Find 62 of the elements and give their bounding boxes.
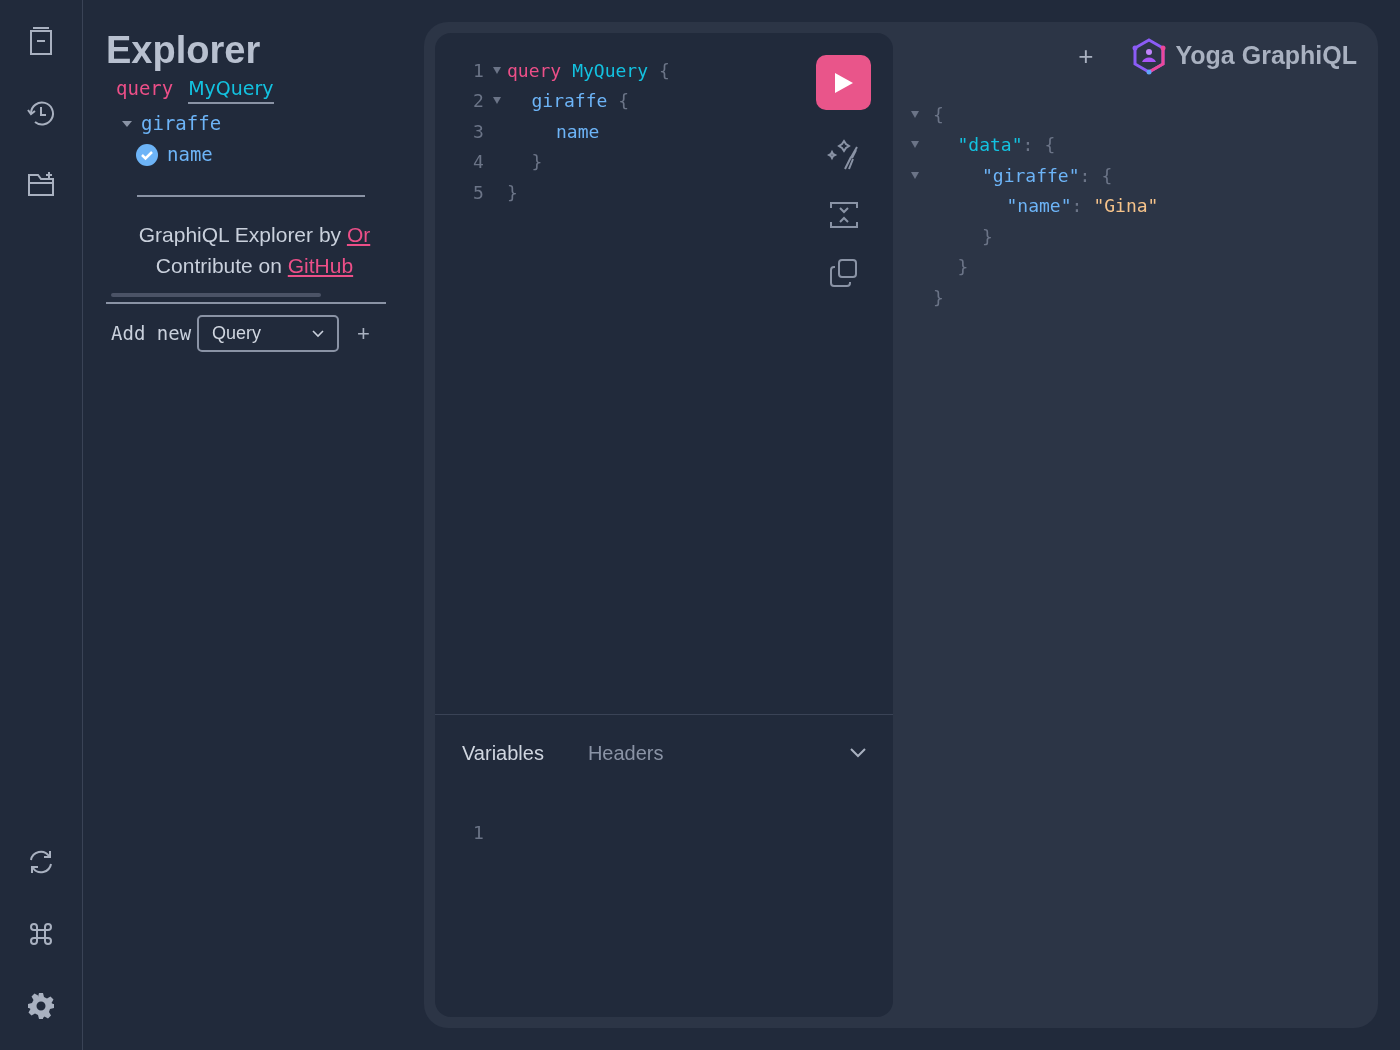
json-colon: : <box>1022 133 1034 158</box>
credit-text: Contribute on <box>155 253 283 279</box>
folder-plus-icon[interactable] <box>27 171 55 197</box>
line-number: 2 <box>473 89 485 114</box>
add-new-label: Add new <box>111 321 192 347</box>
line-number: 4 <box>473 150 485 175</box>
add-operation-button[interactable]: + <box>353 317 374 350</box>
field-name[interactable]: name <box>167 140 213 169</box>
add-tab-button[interactable]: + <box>1072 36 1100 76</box>
fold-arrow-icon[interactable] <box>493 66 501 74</box>
merge-icon[interactable] <box>828 200 859 230</box>
fold-arrow-icon[interactable] <box>493 97 501 105</box>
json-colon: : <box>1079 163 1091 188</box>
line-number: 5 <box>473 180 485 205</box>
fold-arrow-icon[interactable] <box>911 110 919 118</box>
code-brace: { <box>933 102 944 127</box>
code-brace: } <box>531 150 543 175</box>
command-icon[interactable] <box>27 920 55 948</box>
credit-link[interactable]: Or <box>346 219 371 250</box>
code-brace: } <box>982 224 993 249</box>
line-number: 3 <box>473 119 485 144</box>
field-name[interactable]: giraffe <box>141 109 222 138</box>
code-brace: { <box>659 58 670 83</box>
copy-icon[interactable] <box>828 258 859 288</box>
code-brace: { <box>618 89 630 114</box>
settings-icon[interactable] <box>27 992 55 1020</box>
play-icon <box>833 71 854 94</box>
line-number: 1 <box>473 58 485 83</box>
line-number: 1 <box>473 821 485 845</box>
editor-tab[interactable]: Variables <box>462 738 544 768</box>
refresh-icon[interactable] <box>27 848 55 876</box>
json-key: "name" <box>1006 192 1072 220</box>
operation-keyword: query <box>116 76 174 101</box>
fold-arrow-icon[interactable] <box>911 171 919 179</box>
panel-title: Explorer <box>106 28 262 72</box>
code-field: name <box>556 117 600 145</box>
code-field: giraffe <box>531 87 608 115</box>
code-keyword: query <box>507 58 562 83</box>
code-brace: } <box>957 255 969 280</box>
code-brace: } <box>507 180 518 205</box>
checked-checkbox-icon[interactable] <box>136 143 158 166</box>
credit-text: GraphiQL Explorer by <box>138 222 343 248</box>
credit-link[interactable]: GitHub <box>287 250 354 281</box>
json-key: "data" <box>957 131 1023 159</box>
json-key: "giraffe" <box>982 161 1080 189</box>
chevron-down-icon <box>312 329 325 338</box>
json-colon: : <box>1071 194 1083 219</box>
caret-down-icon[interactable] <box>122 119 132 128</box>
editor-tab[interactable]: Headers <box>587 738 664 768</box>
code-brace: { <box>1044 133 1056 158</box>
code-name: MyQuery <box>572 58 649 83</box>
run-button[interactable] <box>816 55 871 110</box>
document-icon[interactable] <box>28 25 54 57</box>
code-brace: { <box>1101 163 1113 188</box>
fold-arrow-icon[interactable] <box>911 141 919 149</box>
operation-type-select[interactable]: Query <box>197 315 340 352</box>
chevron-down-icon[interactable] <box>850 748 866 758</box>
operation-name-field[interactable]: MyQuery <box>188 74 274 104</box>
prettify-icon[interactable] <box>826 138 861 172</box>
brand-title: Yoga GraphiQL <box>1175 40 1357 72</box>
json-string: "Gina" <box>1093 194 1159 219</box>
code-brace: } <box>933 285 944 310</box>
